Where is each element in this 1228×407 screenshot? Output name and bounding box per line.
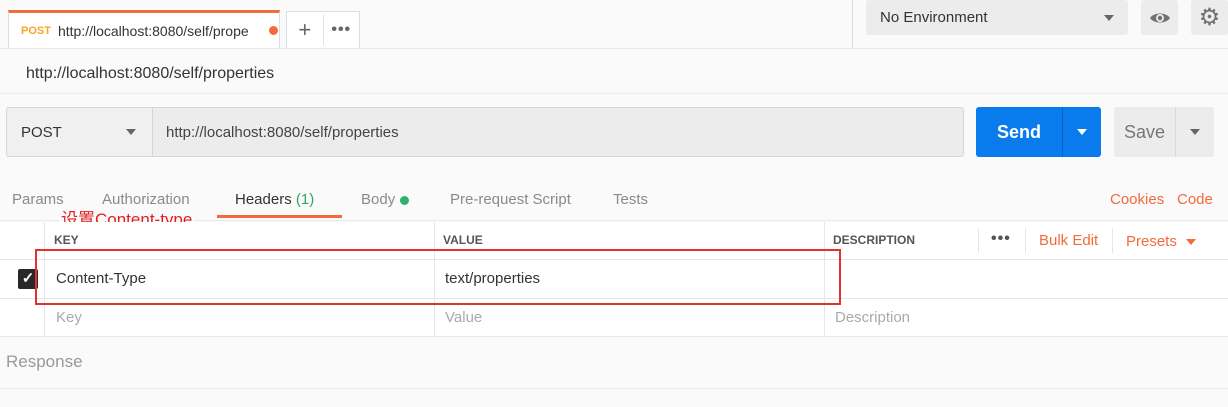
column-key: KEY	[54, 233, 79, 247]
column-value: VALUE	[443, 233, 483, 247]
manage-environments-button[interactable]: ⚙	[1191, 0, 1228, 35]
tab-headers-label: Headers	[235, 191, 292, 208]
save-options-dropdown[interactable]	[1175, 107, 1214, 157]
presets-dropdown[interactable]: Presets	[1126, 233, 1196, 250]
method-select-label: POST	[21, 123, 62, 141]
tab-headers-count: (1)	[295, 191, 315, 208]
active-tab-indicator	[217, 215, 342, 218]
environment-select-label: No Environment	[880, 9, 988, 26]
environment-quick-look-button[interactable]	[1141, 0, 1178, 35]
unsaved-changes-dot-icon	[268, 26, 278, 35]
url-input[interactable]: http://localhost:8080/self/properties	[152, 107, 964, 157]
presets-label: Presets	[1126, 233, 1177, 250]
save-button-label: Save	[1123, 121, 1166, 142]
tab-controls: + •••	[286, 11, 360, 48]
tab-params[interactable]: Params	[12, 191, 64, 208]
tab-body[interactable]: Body	[361, 191, 410, 208]
save-button[interactable]: Save	[1114, 107, 1214, 157]
tab-options-button[interactable]: •••	[322, 15, 360, 45]
new-key-input[interactable]: Key	[56, 309, 82, 326]
send-options-dropdown[interactable]	[1062, 107, 1101, 157]
column-divider	[978, 228, 979, 253]
table-options-button[interactable]: •••	[991, 230, 1011, 248]
request-name: http://localhost:8080/self/properties	[26, 65, 275, 82]
request-tab-bar: POST http://localhost:8080/self/prope + …	[0, 0, 1228, 49]
tab-url-label: http://localhost:8080/self/prope	[57, 22, 249, 39]
send-button[interactable]: Send	[976, 107, 1101, 157]
annotation-highlight-box	[35, 249, 841, 305]
environment-select[interactable]: No Environment	[866, 0, 1128, 35]
checkmark-icon: ✓	[21, 270, 35, 287]
column-description: DESCRIPTION	[833, 233, 916, 247]
new-description-input[interactable]: Description	[835, 309, 910, 326]
gear-icon: ⚙	[1198, 4, 1221, 31]
method-select[interactable]: POST	[6, 107, 152, 157]
chevron-down-icon	[1190, 129, 1200, 135]
environment-separator	[852, 0, 853, 48]
tab-pre-request-script[interactable]: Pre-request Script	[450, 191, 571, 208]
chevron-down-icon	[1077, 129, 1087, 135]
response-section-title: Response	[6, 352, 83, 371]
divider	[0, 388, 1228, 389]
chevron-down-icon	[1104, 14, 1114, 21]
column-divider	[1112, 228, 1113, 253]
body-filled-dot-icon	[400, 195, 410, 205]
send-button-label: Send	[996, 121, 1041, 142]
tab-body-label: Body	[361, 191, 396, 208]
eye-icon	[1149, 13, 1170, 22]
divider	[0, 93, 1228, 94]
new-value-input[interactable]: Value	[445, 309, 482, 326]
bulk-edit-link[interactable]: Bulk Edit	[1039, 232, 1098, 249]
tab-tests[interactable]: Tests	[613, 191, 648, 208]
column-divider	[1025, 228, 1026, 253]
tab-headers[interactable]: Headers (1)	[235, 191, 314, 208]
code-link[interactable]: Code	[1177, 191, 1213, 208]
new-tab-button[interactable]: +	[287, 15, 323, 45]
chevron-down-icon	[1185, 238, 1196, 245]
request-tab[interactable]: POST http://localhost:8080/self/prope	[8, 10, 280, 48]
chevron-down-icon	[126, 129, 136, 135]
cookies-link[interactable]: Cookies	[1110, 191, 1164, 208]
tab-method-label: POST	[21, 24, 51, 37]
